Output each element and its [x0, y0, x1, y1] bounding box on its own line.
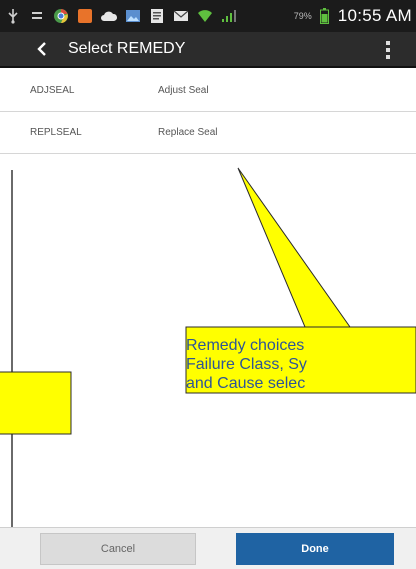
wifi-icon — [196, 8, 214, 24]
list-item[interactable]: ADJSEAL Adjust Seal — [0, 70, 416, 112]
battery-icon — [316, 8, 334, 24]
back-button[interactable] — [22, 31, 62, 67]
callout-line: Failure Class, Sy — [186, 356, 307, 373]
chevron-left-icon — [37, 42, 46, 56]
remedy-description: Adjust Seal — [158, 85, 209, 96]
callout-line: and Cause selec — [186, 375, 306, 392]
callout-text: Remedy choices Failure Class, Sy and Cau… — [186, 336, 416, 393]
status-bar: 79% 10:55 AM — [0, 0, 416, 32]
bottom-button-bar: Cancel Done — [0, 527, 416, 569]
overflow-dot — [386, 55, 390, 59]
photo-icon — [124, 8, 142, 24]
callout-line: Remedy choices — [186, 337, 305, 354]
list-item[interactable]: REPLSEAL Replace Seal — [0, 112, 416, 154]
email-icon — [172, 8, 190, 24]
remedy-description: Replace Seal — [158, 127, 218, 138]
overflow-menu-button[interactable] — [378, 36, 398, 64]
chrome-icon — [52, 8, 70, 24]
cloud-icon — [100, 8, 118, 24]
document-icon — [148, 8, 166, 24]
orange-app-icon — [76, 8, 94, 24]
status-time: 10:55 AM — [337, 6, 412, 25]
battery-percent: 79% — [293, 11, 312, 21]
remedy-code: ADJSEAL — [30, 85, 75, 96]
signal-icon — [220, 8, 238, 24]
action-bar: Select REMEDY — [0, 32, 416, 68]
overflow-dot — [386, 41, 390, 45]
notification-icons — [4, 8, 294, 24]
cancel-button[interactable]: Cancel — [40, 533, 196, 565]
page-title: Select REMEDY — [68, 40, 186, 57]
remedy-code: REPLSEAL — [30, 127, 82, 138]
overflow-dot — [386, 48, 390, 52]
usb-icon — [4, 8, 22, 24]
remedy-list: ADJSEAL Adjust Seal REPLSEAL Replace Sea… — [0, 70, 416, 154]
done-button[interactable]: Done — [236, 533, 394, 565]
panel-left-border — [11, 170, 13, 569]
menu-icon — [28, 8, 46, 24]
